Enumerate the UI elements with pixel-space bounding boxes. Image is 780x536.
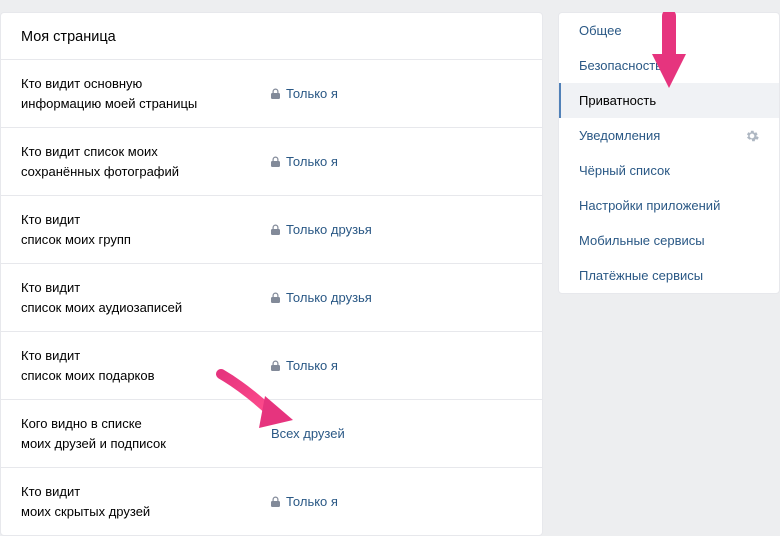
setting-label: Кто видитсписок моих аудиозаписей: [21, 278, 271, 317]
setting-row: Кого видно в спискемоих друзей и подписо…: [1, 400, 542, 468]
sidebar-item-label: Платёжные сервисы: [579, 268, 703, 283]
sidebar-item[interactable]: Общее: [559, 13, 779, 48]
sidebar-item[interactable]: Чёрный список: [559, 153, 779, 188]
settings-list: Кто видит основнуюинформацию моей страни…: [1, 60, 542, 535]
setting-value-dropdown[interactable]: Только я: [271, 358, 338, 373]
sidebar-panel: Общее Безопасность Приватность Уведомления Ч…: [558, 12, 780, 294]
sidebar-item[interactable]: Приватность: [559, 83, 779, 118]
setting-value-text: Только я: [286, 86, 338, 101]
sidebar-item-label: Настройки приложений: [579, 198, 720, 213]
sidebar-item-label: Приватность: [579, 93, 656, 108]
lock-icon: [271, 224, 280, 235]
setting-row: Кто видит основнуюинформацию моей страни…: [1, 60, 542, 128]
setting-value-text: Всех друзей: [271, 426, 345, 441]
setting-value-dropdown[interactable]: Только друзья: [271, 222, 372, 237]
setting-value-text: Только я: [286, 154, 338, 169]
setting-value-text: Только я: [286, 494, 338, 509]
sidebar-item-label: Мобильные сервисы: [579, 233, 705, 248]
sidebar-item[interactable]: Платёжные сервисы: [559, 258, 779, 293]
sidebar-item[interactable]: Настройки приложений: [559, 188, 779, 223]
setting-row: Кто видитмоих скрытых друзей Только я: [1, 468, 542, 535]
sidebar-item[interactable]: Безопасность: [559, 48, 779, 83]
privacy-main-panel: Моя страница Кто видит основнуюинформаци…: [0, 12, 543, 536]
setting-row: Кто видитсписок моих подарков Только я: [1, 332, 542, 400]
setting-value-dropdown[interactable]: Только я: [271, 154, 338, 169]
lock-icon: [271, 292, 280, 303]
setting-label: Кто видитмоих скрытых друзей: [21, 482, 271, 521]
sidebar-item-label: Уведомления: [579, 128, 660, 143]
sidebar-item-label: Общее: [579, 23, 622, 38]
setting-value-dropdown[interactable]: Всех друзей: [271, 426, 345, 441]
setting-label: Кто видитсписок моих подарков: [21, 346, 271, 385]
setting-row: Кто видит список моихсохранённых фотогра…: [1, 128, 542, 196]
setting-label: Кто видит основнуюинформацию моей страни…: [21, 74, 271, 113]
sidebar-item[interactable]: Мобильные сервисы: [559, 223, 779, 258]
settings-sidebar: Общее Безопасность Приватность Уведомления Ч…: [558, 12, 780, 536]
setting-row: Кто видитсписок моих групп Только друзья: [1, 196, 542, 264]
setting-value-text: Только друзья: [286, 222, 372, 237]
sidebar-item[interactable]: Уведомления: [559, 118, 779, 153]
lock-icon: [271, 156, 280, 167]
lock-icon: [271, 88, 280, 99]
setting-label: Кто видит список моихсохранённых фотогра…: [21, 142, 271, 181]
gear-icon[interactable]: [745, 129, 759, 143]
setting-value-dropdown[interactable]: Только я: [271, 86, 338, 101]
lock-icon: [271, 360, 280, 371]
setting-value-dropdown[interactable]: Только друзья: [271, 290, 372, 305]
panel-title: Моя страница: [1, 13, 542, 60]
lock-icon: [271, 496, 280, 507]
setting-value-text: Только я: [286, 358, 338, 373]
sidebar-item-label: Чёрный список: [579, 163, 670, 178]
sidebar-item-label: Безопасность: [579, 58, 662, 73]
setting-label: Кто видитсписок моих групп: [21, 210, 271, 249]
setting-row: Кто видитсписок моих аудиозаписей Только …: [1, 264, 542, 332]
setting-value-text: Только друзья: [286, 290, 372, 305]
setting-label: Кого видно в спискемоих друзей и подписо…: [21, 414, 271, 453]
setting-value-dropdown[interactable]: Только я: [271, 494, 338, 509]
